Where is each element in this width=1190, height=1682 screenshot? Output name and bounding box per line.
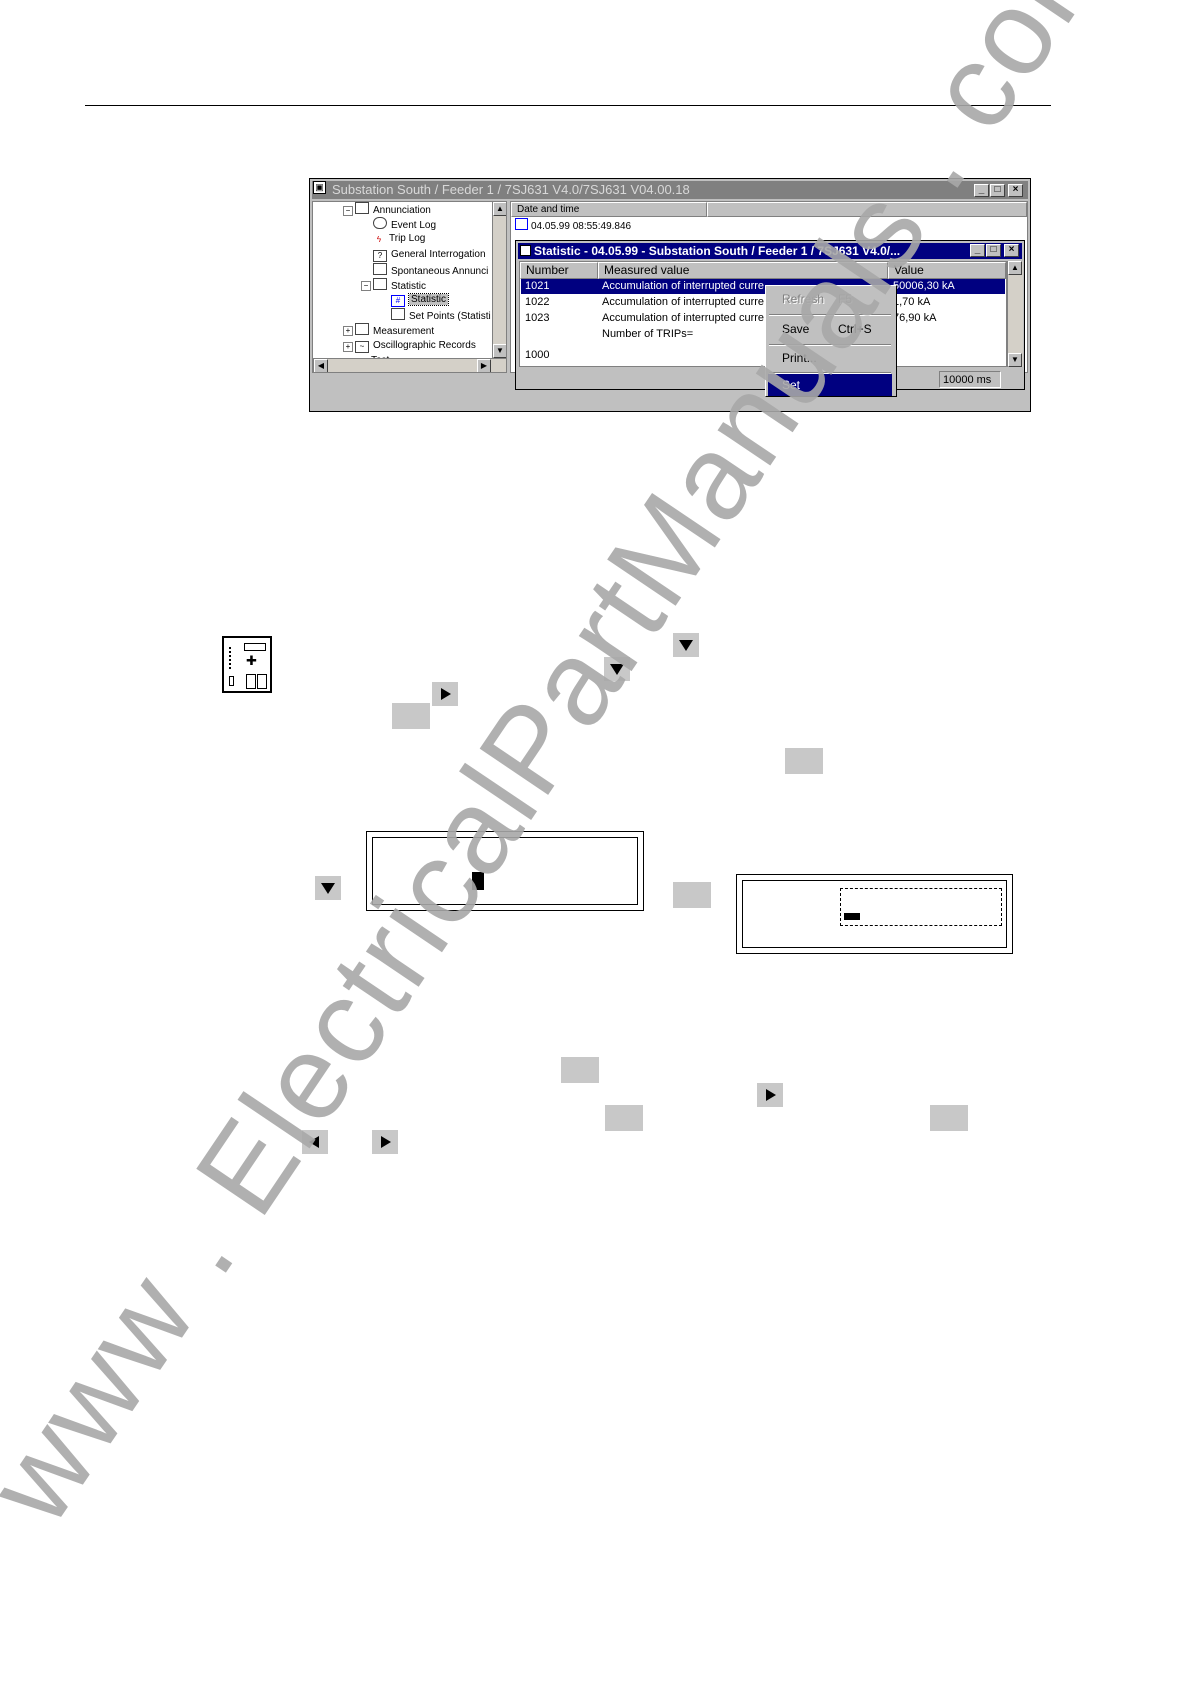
lightning-icon: ϟ	[376, 235, 382, 244]
question-icon: ?	[373, 250, 387, 262]
tree-item-event-log[interactable]: Event Log	[373, 217, 436, 233]
tree-item-oscillographic-records[interactable]: ~ Oscillographic Records	[355, 339, 476, 353]
chart-icon	[373, 278, 387, 290]
display-icon	[244, 643, 266, 651]
scroll-up-icon[interactable]: ▲	[493, 202, 506, 216]
scroll-down-icon[interactable]: ▼	[493, 344, 506, 358]
blank-key-icon	[785, 748, 823, 774]
chart-icon	[355, 323, 369, 335]
blank-key-icon	[930, 1105, 968, 1131]
tree-expander[interactable]: +	[343, 326, 353, 336]
tree-item-statistic[interactable]: # Statistic	[391, 293, 450, 307]
waveform-icon: ~	[355, 341, 369, 353]
led-column-icon	[229, 647, 234, 669]
tree-item-general-interrogation[interactable]: ? General Interrogation	[373, 248, 486, 262]
close-button[interactable]: ×	[1008, 184, 1023, 197]
maximize-button[interactable]: □	[986, 244, 1001, 257]
table-row-measured[interactable]: Accumulation of interrupted curre	[602, 295, 764, 310]
blank-key-icon	[673, 882, 711, 908]
table-row-number[interactable]: 1022	[525, 295, 549, 310]
cross-key-icon: ✚	[246, 653, 257, 668]
blank-key-icon	[605, 1105, 643, 1131]
grid-icon	[515, 218, 528, 230]
tree-item-trip-log[interactable]: ϟ Trip Log	[373, 232, 425, 246]
close-button[interactable]: ×	[1004, 244, 1019, 257]
col-number[interactable]: Number	[520, 262, 598, 279]
scroll-up-icon[interactable]: ▲	[1008, 261, 1022, 275]
book-icon	[373, 263, 387, 275]
navigation-tree: − Annunciation Event Log ϟ Trip Log ? Gene…	[312, 201, 507, 373]
refresh-icon	[373, 217, 387, 229]
grid-icon: #	[391, 295, 405, 307]
tree-item-statistic-folder[interactable]: Statistic	[373, 278, 426, 294]
minimize-button[interactable]: _	[970, 244, 985, 257]
arrow-right-key-icon	[757, 1083, 783, 1107]
app-icon: ▣	[313, 181, 326, 194]
key-icon	[257, 674, 267, 689]
table-row-number[interactable]: 1023	[525, 311, 549, 326]
tree-item-spontaneous[interactable]: Spontaneous Annunci	[373, 263, 488, 279]
tree-hscrollbar[interactable]: ◀ ▶	[313, 358, 506, 372]
tree-expander[interactable]: −	[343, 206, 353, 216]
table-row-measured[interactable]: Accumulation of interrupted curre	[602, 279, 764, 294]
tree-expander[interactable]: +	[343, 342, 353, 352]
arrow-right-key-icon	[432, 682, 458, 706]
tree-scrollbar[interactable]: ▲ ▼	[492, 202, 506, 358]
book-icon	[355, 202, 369, 214]
scroll-down-icon[interactable]: ▼	[1008, 353, 1022, 367]
port-icon	[229, 676, 234, 686]
edit-field-box	[840, 888, 1002, 926]
tree-item-measurement[interactable]: Measurement	[355, 323, 434, 339]
date-time-header[interactable]: Date and time	[511, 202, 707, 217]
date-time-row[interactable]: 04.05.99 08:55:49.846	[515, 218, 631, 234]
table-row-number[interactable]: 1021	[525, 279, 549, 294]
tree-item-set-points[interactable]: Set Points (Statisti	[391, 308, 491, 324]
table-row-measured[interactable]: Number of TRIPs=	[602, 327, 693, 342]
arrow-down-key-icon	[315, 876, 341, 900]
cursor-block	[844, 913, 860, 920]
scroll-right-icon[interactable]: ▶	[477, 359, 491, 372]
table-row-number[interactable]: 1000	[525, 348, 549, 363]
lcd-display	[736, 874, 1013, 954]
scroll-left-icon[interactable]: ◀	[314, 359, 328, 372]
refresh-interval: 10000 ms	[939, 371, 1001, 388]
chart-icon	[520, 245, 531, 256]
blank-key-icon	[561, 1057, 599, 1083]
key-icon	[246, 674, 256, 689]
tree-expander[interactable]: −	[361, 281, 371, 291]
table-scrollbar[interactable]: ▲ ▼	[1007, 261, 1023, 367]
chart-icon	[391, 308, 405, 320]
arrow-right-key-icon	[372, 1130, 398, 1154]
tree-item-annunciation[interactable]: Annunciation	[355, 202, 431, 218]
relay-device-icon: ✚	[222, 636, 272, 693]
blank-key-icon	[392, 703, 430, 729]
